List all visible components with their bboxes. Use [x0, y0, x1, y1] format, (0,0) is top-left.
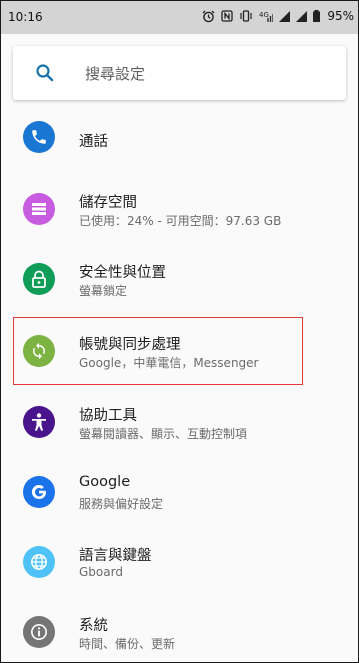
svg-text:4G: 4G [259, 11, 269, 19]
setting-title: 儲存空間 [79, 195, 137, 211]
accessibility-icon [23, 406, 55, 438]
search-icon [35, 63, 55, 83]
setting-title: 通話 [79, 134, 108, 150]
status-time: 10:16 [8, 10, 43, 24]
setting-subtitle: 服務與偏好設定 [79, 497, 164, 511]
setting-title: Google [79, 474, 131, 490]
setting-item-storage[interactable]: 儲存空間 已使用：24% - 可用空間：97.63 GB [1, 174, 358, 244]
battery-percentage: 95% [327, 9, 354, 23]
setting-subtitle: 時間、備份、更新 [79, 637, 176, 651]
setting-item-system[interactable]: 系統 時間、備份、更新 [1, 597, 358, 662]
settings-screen: 10:16 4G 95% 搜尋設定 通話 儲存空間 已使用：24% - 可用空間… [0, 0, 359, 663]
setting-title: 語言與鍵盤 [79, 548, 152, 564]
status-icons: 4G 95% [202, 8, 354, 24]
setting-subtitle: 螢幕閱讀器、顯示、互動控制項 [79, 427, 248, 441]
alarm-icon [202, 8, 215, 24]
storage-icon [23, 193, 55, 225]
setting-subtitle: 螢幕鎖定 [79, 284, 128, 298]
signal-icon [296, 8, 308, 24]
google-icon [23, 476, 55, 508]
setting-item-calls[interactable]: 通話 [1, 104, 358, 174]
nfc-icon [221, 8, 233, 24]
status-bar: 10:16 4G 95% [1, 1, 358, 34]
lock-icon [23, 263, 55, 295]
phone-icon [23, 121, 55, 153]
vibrate-icon [239, 8, 253, 24]
info-icon [23, 616, 55, 648]
setting-title: 安全性與位置 [79, 265, 166, 281]
setting-item-language[interactable]: 語言與鍵盤 Gboard [1, 527, 358, 597]
search-placeholder: 搜尋設定 [85, 65, 146, 83]
globe-icon [23, 546, 55, 578]
setting-item-accessibility[interactable]: 協助工具 螢幕閱讀器、顯示、互動控制項 [1, 387, 358, 457]
setting-subtitle: Gboard [79, 565, 123, 579]
setting-title: 協助工具 [79, 408, 137, 424]
setting-title: 系統 [79, 618, 108, 634]
battery-icon [313, 8, 321, 24]
signal-icon [279, 8, 291, 24]
setting-item-google[interactable]: Google 服務與偏好設定 [1, 457, 358, 527]
highlight-box [13, 317, 303, 385]
setting-item-security[interactable]: 安全性與位置 螢幕鎖定 [1, 244, 358, 314]
data-4g-icon: 4G [259, 8, 274, 24]
setting-subtitle: 已使用：24% - 可用空間：97.63 GB [79, 214, 282, 228]
search-settings-bar[interactable]: 搜尋設定 [13, 46, 346, 100]
